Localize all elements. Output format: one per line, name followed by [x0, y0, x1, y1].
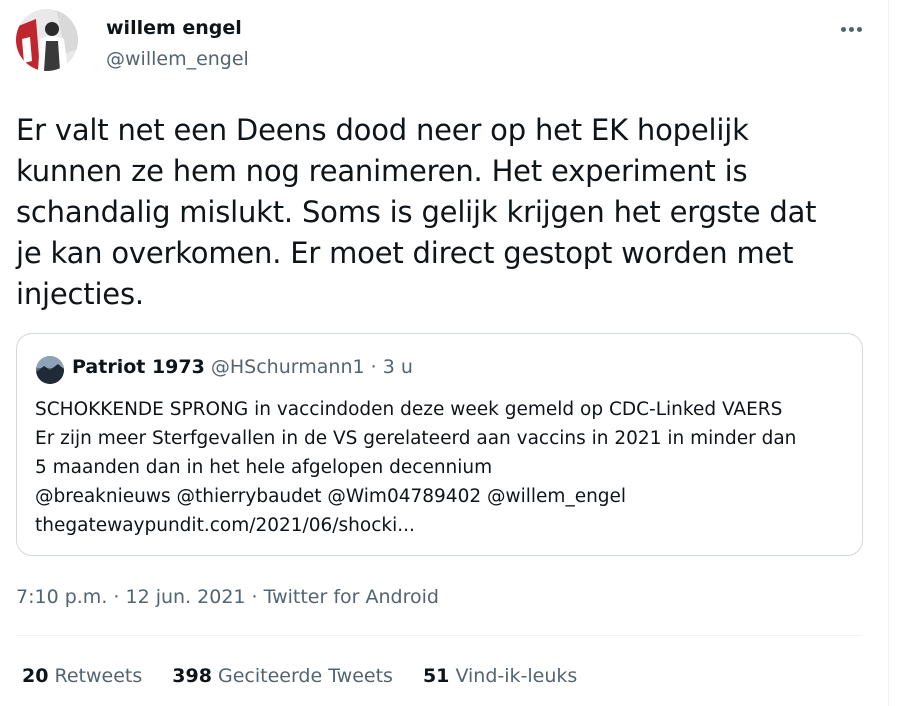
likes-stat[interactable]: 51 Vind-ik-leuks: [423, 665, 577, 687]
quote-tweets-label: Geciteerde Tweets: [217, 665, 393, 687]
tweet-time-link[interactable]: 7:10 p.m. · 12 jun. 2021: [16, 586, 246, 608]
tweet-source-link[interactable]: Twitter for Android: [264, 586, 439, 608]
more-dot: [856, 26, 862, 32]
quoted-tweet-header: Patriot 1973 @HSchurmann1 · 3 u: [72, 356, 413, 378]
author-display-name[interactable]: willem engel: [106, 17, 242, 39]
author-handle[interactable]: @willem_engel: [106, 48, 249, 70]
tweet-timestamp: 7:10 p.m. · 12 jun. 2021 · Twitter for A…: [16, 586, 439, 608]
tweet-date: 12 jun. 2021: [125, 586, 246, 608]
quoted-author-handle: @HSchurmann1 · 3 u: [211, 356, 413, 378]
retweets-label: Retweets: [54, 665, 143, 687]
quoted-tweet-text: SCHOKKENDE SPRONG in vaccindoden deze we…: [35, 399, 797, 536]
date-source-separator: ·: [245, 586, 264, 608]
divider: [16, 635, 863, 636]
quote-tweets-stat[interactable]: 398 Geciteerde Tweets: [172, 665, 393, 687]
quoted-separator: ·: [364, 356, 383, 378]
tweet-stats: 20 Retweets 398 Geciteerde Tweets 51 Vin…: [22, 665, 607, 687]
column-border: [888, 0, 889, 706]
likes-label: Vind-ik-leuks: [455, 665, 578, 687]
quoted-author-name: Patriot 1973: [72, 356, 205, 378]
author-avatar[interactable]: [16, 9, 78, 71]
more-dot: [840, 26, 846, 32]
tweet-text: Er valt net een Deens dood neer op het E…: [16, 113, 817, 311]
quoted-time: 3 u: [382, 356, 413, 378]
retweets-count: 20: [22, 665, 49, 687]
quote-tweets-count: 398: [172, 665, 212, 687]
more-icon[interactable]: [834, 12, 868, 46]
likes-count: 51: [422, 665, 450, 687]
time-date-separator: ·: [107, 586, 126, 608]
more-dot: [848, 26, 854, 32]
tweet-time: 7:10 p.m.: [16, 586, 108, 608]
retweets-stat[interactable]: 20 Retweets: [22, 665, 142, 687]
quoted-author-avatar: [36, 356, 64, 384]
quoted-handle-text: @HSchurmann1: [210, 356, 365, 378]
quoted-tweet-card[interactable]: Patriot 1973 @HSchurmann1 · 3 u SCHOKKEN…: [16, 333, 863, 556]
